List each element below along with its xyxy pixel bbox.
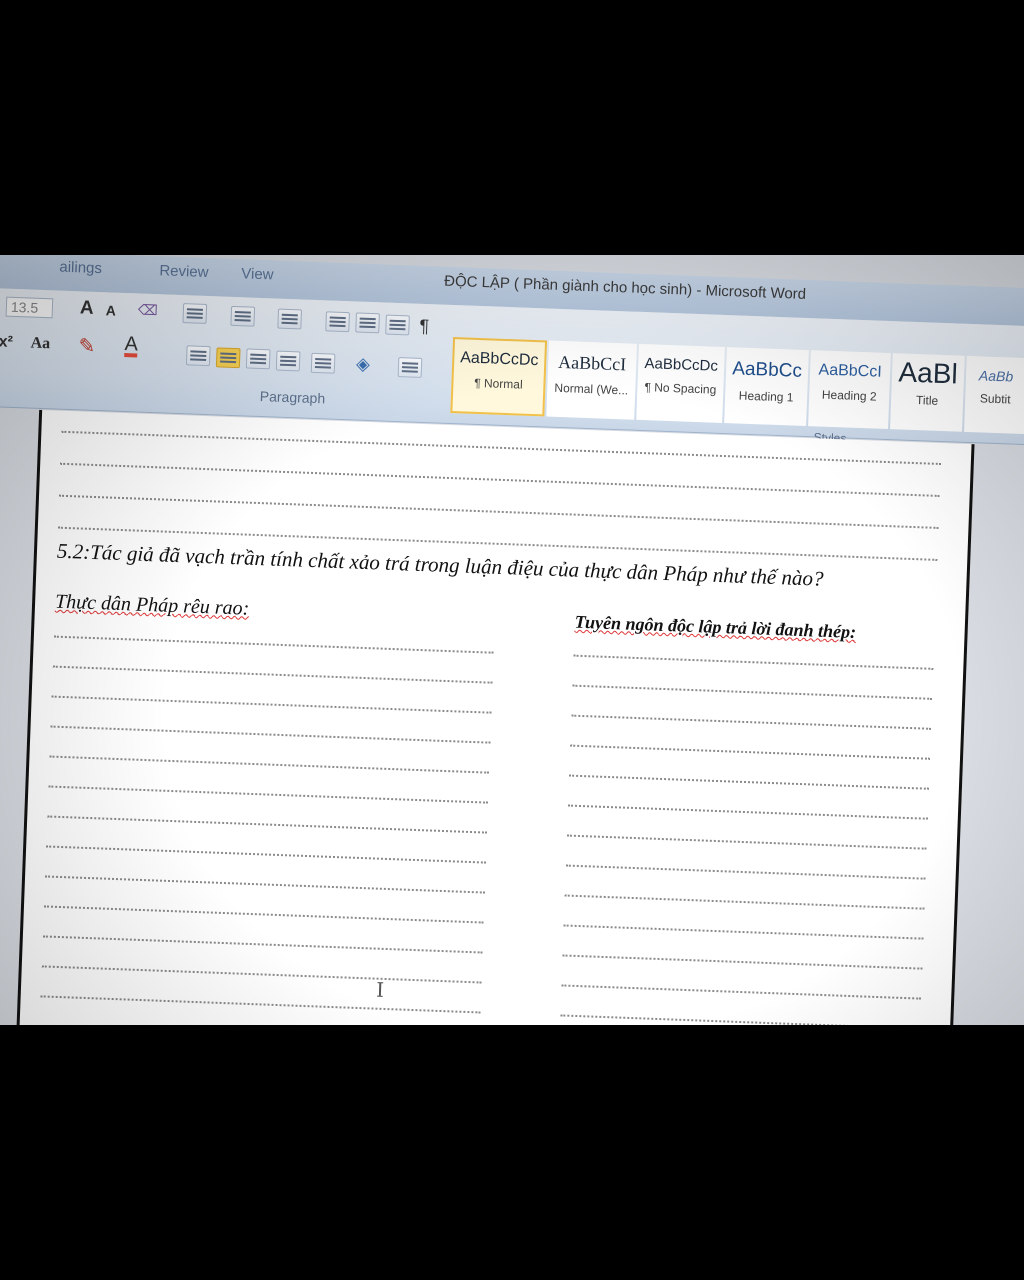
style-preview: AaBbCcDc bbox=[644, 355, 719, 375]
answer-line bbox=[561, 984, 922, 1000]
answer-line bbox=[571, 714, 932, 730]
answer-line bbox=[49, 755, 490, 774]
answer-line bbox=[42, 935, 483, 954]
grow-font-button[interactable]: A bbox=[80, 297, 94, 319]
right-column-heading: Tuyên ngôn độc lập trả lời đanh thép: bbox=[574, 611, 857, 642]
clear-format-icon[interactable]: ⌫ bbox=[138, 301, 158, 319]
increase-indent-icon[interactable] bbox=[355, 312, 380, 334]
style-heading-1[interactable]: AaBbCc Heading 1 bbox=[724, 347, 809, 427]
answer-line bbox=[45, 875, 485, 894]
style-name: Heading 2 bbox=[821, 387, 877, 404]
borders-icon[interactable] bbox=[397, 357, 423, 378]
answer-line bbox=[567, 804, 928, 820]
answer-line bbox=[564, 894, 925, 910]
answer-line bbox=[573, 654, 934, 670]
justify-icon[interactable] bbox=[275, 350, 301, 372]
font-size-box[interactable]: 13.5 bbox=[5, 296, 54, 319]
multilevel-list-icon[interactable] bbox=[277, 308, 303, 330]
style-preview: AaBbCcDc bbox=[459, 349, 539, 370]
answer-line bbox=[562, 954, 923, 970]
style-no-spacing[interactable]: AaBbCcDc ¶ No Spacing bbox=[636, 343, 725, 423]
answer-line bbox=[50, 725, 491, 744]
answer-line bbox=[560, 1014, 921, 1025]
paragraph-label: Paragraph bbox=[259, 387, 326, 407]
word-window: ailings Review View ĐỘC LẬP ( Phần giành… bbox=[0, 255, 1024, 1025]
align-center-icon[interactable] bbox=[215, 347, 241, 369]
style-heading-2[interactable]: AaBbCcI Heading 2 bbox=[808, 350, 891, 430]
style-preview: AaBb bbox=[978, 367, 1014, 385]
answer-line bbox=[48, 785, 489, 804]
answer-line bbox=[563, 924, 924, 940]
answer-line bbox=[40, 995, 481, 1014]
shading-icon[interactable]: ◈ bbox=[356, 353, 371, 374]
bullets-icon[interactable] bbox=[182, 303, 208, 324]
highlight-pen-icon[interactable]: ✎ bbox=[78, 333, 96, 359]
style-name: ¶ No Spacing bbox=[644, 380, 717, 397]
decrease-indent-icon[interactable] bbox=[325, 311, 350, 333]
answer-line bbox=[41, 965, 482, 984]
tab-review[interactable]: Review bbox=[159, 262, 209, 281]
answer-line bbox=[60, 462, 940, 497]
document-page[interactable]: 5.2:Tác giả đã vạch trần tính chất xảo t… bbox=[14, 409, 975, 1025]
align-left-icon[interactable] bbox=[185, 345, 211, 367]
photo-area: ailings Review View ĐỘC LẬP ( Phần giành… bbox=[0, 255, 1024, 1025]
answer-line bbox=[566, 834, 927, 850]
style-name: Heading 1 bbox=[738, 388, 794, 405]
answer-line bbox=[572, 684, 933, 700]
style-preview: AaBl bbox=[897, 356, 959, 390]
answer-line bbox=[565, 864, 926, 880]
style-subtitle[interactable]: AaBb Subtit bbox=[963, 355, 1024, 435]
left-column-heading: Thực dân Pháp rêu rao: bbox=[54, 590, 250, 620]
align-right-icon[interactable] bbox=[245, 348, 271, 370]
question-text: 5.2:Tác giả đã vạch trần tính chất xảo t… bbox=[56, 538, 824, 591]
style-name: Title bbox=[915, 393, 939, 408]
line-spacing-icon[interactable] bbox=[310, 352, 336, 374]
answer-line bbox=[46, 845, 486, 864]
font-color-button[interactable]: A bbox=[124, 333, 138, 358]
answer-line bbox=[51, 695, 492, 714]
answer-line bbox=[43, 905, 484, 924]
shrink-font-button[interactable]: A bbox=[106, 302, 117, 318]
style-preview: AaBbCc bbox=[731, 358, 803, 382]
numbering-icon[interactable] bbox=[230, 305, 256, 327]
text-cursor-icon: I bbox=[375, 977, 385, 1002]
style-preview: AaBbCcI bbox=[818, 361, 882, 381]
style-name: Normal (We... bbox=[554, 380, 629, 398]
answer-line bbox=[570, 744, 931, 760]
style-normal-web[interactable]: AaBbCcI Normal (We... bbox=[546, 340, 637, 420]
style-name: ¶ Normal bbox=[473, 375, 523, 392]
answer-line bbox=[569, 774, 929, 790]
answer-line bbox=[52, 665, 493, 684]
answer-line bbox=[53, 635, 494, 654]
style-name: Subtit bbox=[979, 391, 1011, 407]
pilcrow-icon[interactable]: ¶ bbox=[419, 316, 429, 337]
window-title: ĐỘC LẬP ( Phần giành cho học sinh) - Mic… bbox=[443, 272, 807, 303]
tab-mailings[interactable]: ailings bbox=[59, 259, 102, 278]
style-title[interactable]: AaBl Title bbox=[890, 353, 965, 432]
answer-line bbox=[59, 494, 939, 529]
sort-icon[interactable] bbox=[385, 314, 410, 336]
superscript-button[interactable]: x² bbox=[0, 333, 13, 352]
answer-line bbox=[47, 815, 488, 834]
style-preview: AaBbCcI bbox=[557, 351, 627, 375]
style-normal[interactable]: AaBbCcDc ¶ Normal bbox=[450, 337, 548, 417]
tab-view[interactable]: View bbox=[241, 265, 274, 283]
change-case-button[interactable]: Aa bbox=[30, 335, 50, 354]
styles-gallery: AaBbCcDc ¶ Normal AaBbCcI Normal (We... … bbox=[450, 337, 1024, 435]
